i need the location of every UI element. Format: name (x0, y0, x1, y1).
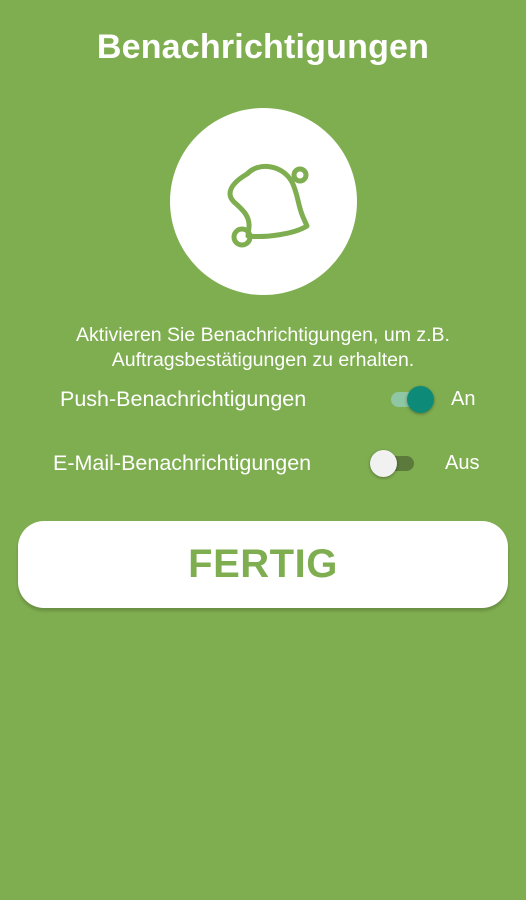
email-notifications-toggle[interactable] (370, 448, 416, 478)
email-notifications-label: E-Mail-Benachrichtigungen (53, 451, 312, 475)
email-notifications-row: E-Mail-Benachrichtigungen Aus (0, 448, 526, 478)
description-text: Aktivieren Sie Benachrichtigungen, um z.… (20, 323, 506, 373)
push-notifications-state: An (451, 388, 476, 410)
push-notifications-toggle[interactable] (387, 384, 434, 414)
push-notifications-row: Push-Benachrichtigungen An (0, 384, 526, 414)
bell-icon (227, 163, 309, 247)
toggle-thumb (407, 386, 434, 413)
toggle-thumb (370, 450, 397, 477)
page-title: Benachrichtigungen (96, 28, 430, 66)
description-line-2: Auftragsbestätigungen zu erhalten. (111, 349, 415, 371)
email-notifications-state: Aus (445, 452, 480, 474)
done-button[interactable]: FERTIG (18, 521, 508, 608)
description-line-1: Aktivieren Sie Benachrichtigungen, um z.… (76, 324, 450, 346)
push-notifications-label: Push-Benachrichtigungen (60, 387, 307, 411)
bell-badge (170, 108, 357, 295)
